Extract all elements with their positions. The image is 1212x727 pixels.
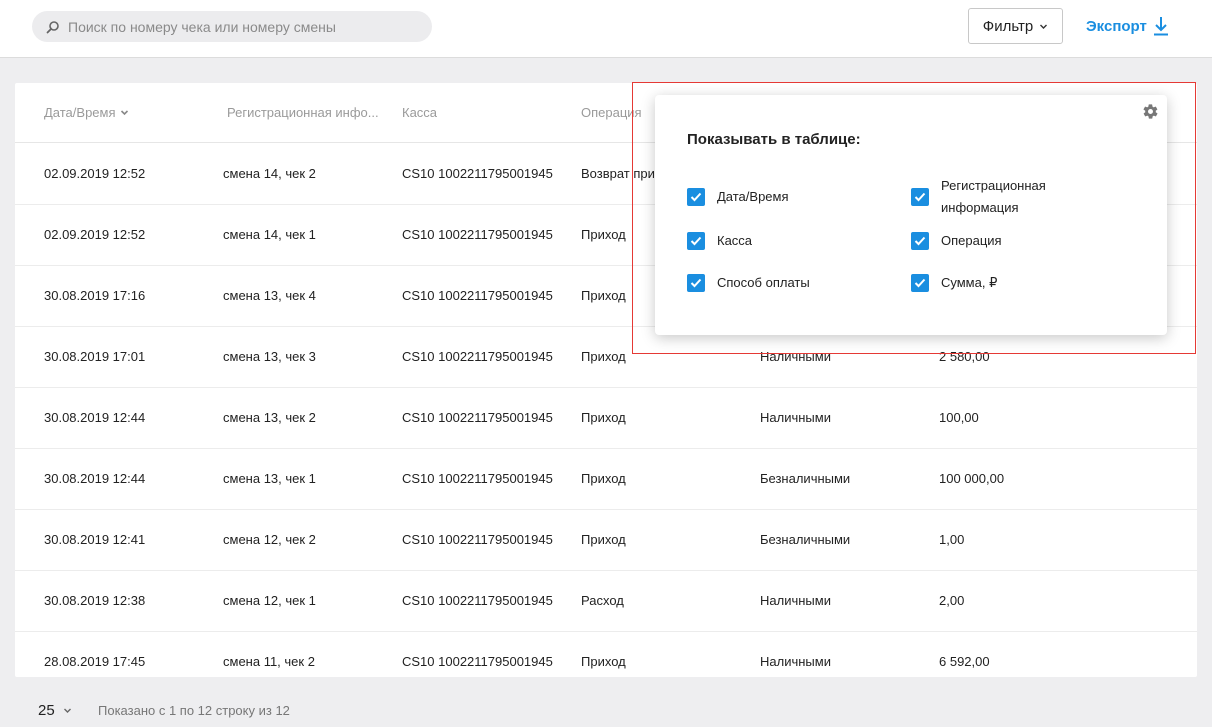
column-header-registration[interactable]: Регистрационная инфо... <box>227 105 379 120</box>
option-amount[interactable]: Сумма, ₽ <box>911 274 1091 294</box>
option-operation[interactable]: Операция <box>911 232 1091 252</box>
gear-icon[interactable] <box>1142 103 1159 120</box>
check-icon[interactable] <box>911 188 929 206</box>
export-button-label: Экспорт <box>1086 17 1147 35</box>
download-icon <box>1153 16 1169 36</box>
filter-button[interactable]: Фильтр <box>968 8 1063 44</box>
chevron-down-icon <box>1039 22 1048 31</box>
top-bar: Фильтр Экспорт <box>0 0 1212 58</box>
table-row[interactable]: 30.08.2019 12:44 смена 13, чек 1 CS10 10… <box>15 449 1197 510</box>
filter-button-label: Фильтр <box>982 17 1034 35</box>
table-row[interactable]: 30.08.2019 17:01 смена 13, чек 3 CS10 10… <box>15 327 1197 388</box>
check-icon[interactable] <box>911 232 929 250</box>
search-icon <box>46 20 60 34</box>
sort-desc-icon <box>120 108 129 117</box>
check-icon[interactable] <box>911 274 929 292</box>
column-header-datetime[interactable]: Дата/Время <box>44 105 129 120</box>
check-icon[interactable] <box>687 232 705 250</box>
check-icon[interactable] <box>687 274 705 292</box>
column-header-operation[interactable]: Операция <box>581 105 642 120</box>
option-kassa[interactable]: Касса <box>687 232 867 252</box>
chevron-down-icon <box>63 706 72 715</box>
popover-title: Показывать в таблице: <box>687 131 861 148</box>
check-icon[interactable] <box>687 188 705 206</box>
pagination-info: Показано с 1 по 12 строку из 12 <box>98 703 290 718</box>
table-row[interactable]: 28.08.2019 17:45 смена 11, чек 2 CS10 10… <box>15 632 1197 677</box>
column-header-kassa[interactable]: Касса <box>402 105 437 120</box>
page-size-select[interactable]: 25 <box>38 702 72 719</box>
table-row[interactable]: 30.08.2019 12:38 смена 12, чек 1 CS10 10… <box>15 571 1197 632</box>
column-settings-popover: Показывать в таблице: Дата/Время Регистр… <box>655 95 1167 335</box>
option-registration[interactable]: Регистрационная информация <box>911 175 1081 219</box>
table-row[interactable]: 30.08.2019 12:41 смена 12, чек 2 CS10 10… <box>15 510 1197 571</box>
table-footer: 25 Показано с 1 по 12 строку из 12 <box>0 690 1212 727</box>
option-datetime[interactable]: Дата/Время <box>687 188 867 208</box>
search-field[interactable] <box>32 11 432 42</box>
export-button[interactable]: Экспорт <box>1086 12 1169 40</box>
option-payment-method[interactable]: Способ оплаты <box>687 274 867 294</box>
table-row[interactable]: 30.08.2019 12:44 смена 13, чек 2 CS10 10… <box>15 388 1197 449</box>
page-size-value: 25 <box>38 702 55 719</box>
search-input[interactable] <box>68 18 408 35</box>
